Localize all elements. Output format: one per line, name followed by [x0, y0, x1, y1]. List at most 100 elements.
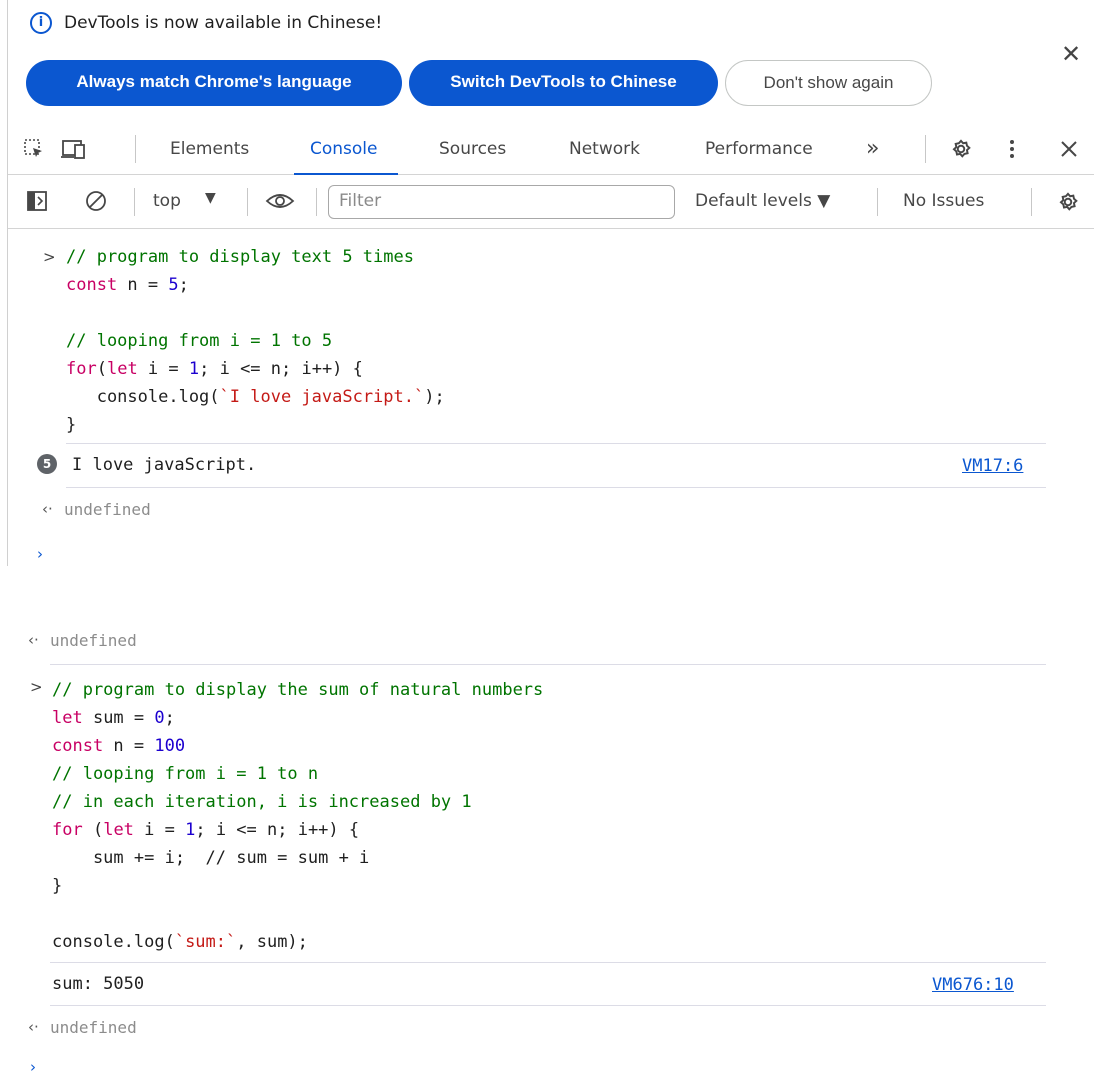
code-token: // in each iteration, i is increased by …	[52, 792, 472, 812]
toolbar-divider	[134, 188, 135, 216]
tab-console[interactable]: Console	[310, 124, 378, 174]
tab-elements[interactable]: Elements	[170, 124, 249, 174]
code-token: // program to display text 5 times	[66, 247, 414, 267]
code-token: `I love javaScript.`	[219, 387, 425, 407]
console-settings-gear-icon[interactable]	[1055, 189, 1081, 215]
console-toolbar: top ▼ Filter Default levels ▼ No Issues	[8, 176, 1094, 229]
code-token: );	[424, 387, 445, 407]
always-match-language-button[interactable]: Always match Chrome's language	[26, 60, 402, 106]
code-line: for(let i = 1; i <= n; i++) {	[66, 355, 363, 383]
code-token: sum += i; // sum = sum + i	[52, 848, 370, 868]
code-token: ; i <= n; i++) {	[199, 359, 363, 379]
sidebar-toggle-icon[interactable]	[26, 190, 48, 212]
code-token: n =	[103, 736, 155, 756]
infobar-close-icon[interactable]: ✕	[1061, 42, 1081, 66]
context-selector[interactable]: top	[153, 191, 181, 211]
code-token: let	[103, 820, 134, 840]
active-tab-indicator	[294, 173, 398, 175]
code-line: for (let i = 1; i <= n; i++) {	[52, 816, 359, 844]
code-token: `sum:`	[174, 932, 237, 952]
code-token: ;	[178, 275, 189, 295]
code-token: ; i <= n; i++) {	[195, 820, 360, 840]
code-line: // program to display the sum of natural…	[52, 676, 543, 704]
code-token: 1	[185, 820, 196, 840]
settings-gear-icon[interactable]	[948, 136, 974, 162]
toolbar-divider	[316, 188, 317, 216]
default-levels-dropdown[interactable]: Default levels ▼	[695, 191, 830, 211]
info-icon: i	[30, 12, 52, 34]
toolbar-divider	[1031, 188, 1032, 216]
toolbar-divider	[925, 135, 926, 163]
tab-sources[interactable]: Sources	[439, 124, 506, 174]
return-value-arrow-icon: ‹·	[42, 500, 53, 518]
code-token: ;	[164, 708, 175, 728]
code-token: i =	[137, 359, 189, 379]
code-token: }	[52, 876, 63, 896]
code-token: for	[66, 359, 97, 379]
live-expression-eye-icon[interactable]	[265, 190, 295, 212]
main-toolbar: Elements Console Sources Network Perform…	[8, 124, 1094, 175]
issues-counter[interactable]: No Issues	[903, 191, 984, 211]
code-line: // program to display text 5 times	[66, 243, 414, 271]
code-token: const	[66, 275, 118, 295]
message-divider	[50, 664, 1046, 665]
tab-performance[interactable]: Performance	[705, 124, 813, 174]
code-token: console.log(	[52, 932, 175, 952]
infobar-message: DevTools is now available in Chinese!	[64, 13, 383, 33]
code-token: 1	[188, 359, 200, 379]
more-options-icon[interactable]	[1005, 136, 1019, 162]
code-token: console.log(	[66, 387, 220, 407]
code-line: console.log(`I love javaScript.`);	[66, 383, 445, 411]
console-prompt-icon[interactable]: ›	[30, 1058, 36, 1076]
tab-network[interactable]: Network	[569, 124, 640, 174]
code-line: }	[66, 411, 76, 439]
more-tabs-icon[interactable]: »	[866, 124, 879, 174]
code-token: (	[82, 820, 104, 840]
code-line: // looping from i = 1 to 5	[66, 327, 332, 355]
console-log-message: I love javaScript.	[72, 455, 257, 475]
code-line: console.log(`sum:`, sum);	[52, 928, 308, 956]
code-token: sum =	[82, 708, 155, 728]
return-value-arrow-icon: ‹·	[28, 1018, 39, 1036]
code-token: }	[66, 415, 77, 435]
return-value-arrow-icon: ‹·	[28, 631, 39, 649]
code-line: const n = 5;	[66, 271, 189, 299]
filter-input[interactable]: Filter	[328, 185, 675, 219]
code-token: let	[52, 708, 83, 728]
message-divider	[50, 962, 1046, 963]
input-prompt-icon: >	[30, 678, 43, 696]
code-line: sum += i; // sum = sum + i	[52, 844, 369, 872]
source-link[interactable]: VM17:6	[962, 456, 1023, 476]
message-divider	[50, 1005, 1046, 1006]
message-divider	[66, 487, 1046, 488]
code-token: // looping from i = 1 to 5	[66, 331, 333, 351]
dont-show-again-button[interactable]: Don't show again	[725, 60, 932, 106]
code-line: let sum = 0;	[52, 704, 175, 732]
return-value: undefined	[50, 1018, 137, 1037]
console-prompt-icon[interactable]: ›	[37, 545, 43, 563]
close-devtools-icon[interactable]	[1057, 137, 1081, 161]
code-token: (	[96, 359, 107, 379]
console-log-message: sum: 5050	[52, 974, 145, 994]
toolbar-divider	[135, 135, 136, 163]
code-line: // looping from i = 1 to n	[52, 760, 318, 788]
device-toolbar-icon[interactable]	[60, 137, 88, 161]
code-token: // program to display the sum of natural…	[52, 680, 544, 700]
input-prompt-icon: >	[43, 248, 56, 266]
code-token: const	[52, 736, 104, 756]
devtools-panel: i DevTools is now available in Chinese! …	[0, 0, 1094, 566]
source-link[interactable]: VM676:10	[932, 975, 1014, 995]
context-dropdown-icon[interactable]: ▼	[205, 190, 216, 206]
code-token: 100	[154, 736, 186, 756]
code-line: // in each iteration, i is increased by …	[52, 788, 472, 816]
panel-border	[7, 0, 8, 566]
code-token: let	[106, 359, 138, 379]
code-token: , sum);	[236, 932, 308, 952]
code-token: // looping from i = 1 to n	[52, 764, 319, 784]
toolbar-divider	[247, 188, 248, 216]
switch-to-chinese-button[interactable]: Switch DevTools to Chinese	[409, 60, 718, 106]
inspect-element-icon[interactable]	[22, 137, 46, 161]
return-value: undefined	[64, 500, 151, 519]
repeat-count-badge: 5	[37, 454, 57, 474]
clear-console-icon[interactable]	[84, 189, 108, 213]
